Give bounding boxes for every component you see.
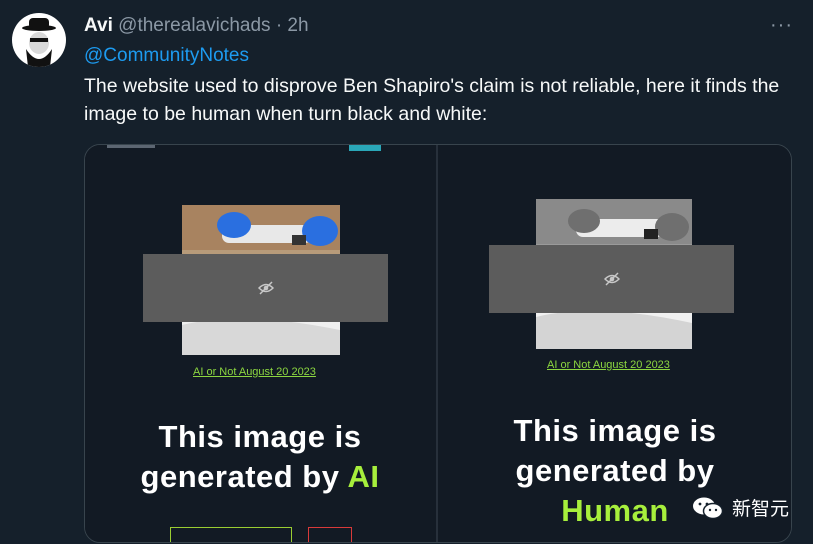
teal-tab — [349, 145, 381, 151]
avatar[interactable] — [12, 13, 66, 67]
tweet-header: Avi @therealavichads · 2h — [84, 15, 309, 37]
mention-link[interactable]: @CommunityNotes — [84, 45, 249, 67]
verdict-line2: generated by AI — [85, 457, 435, 497]
tweet-time[interactable]: 2h — [287, 15, 308, 36]
author-name[interactable]: Avi — [84, 15, 113, 36]
author-handle[interactable]: @therealavichads — [118, 15, 270, 36]
tweet-media[interactable]: AI or Not August 20 2023 This image is g… — [84, 144, 792, 543]
more-options-icon[interactable]: ··· — [770, 14, 793, 37]
caption-link-left[interactable]: AI or Not August 20 2023 — [193, 366, 316, 378]
verdict-line2-text: generated by — [140, 459, 340, 494]
sensitive-content-overlay[interactable] — [489, 245, 734, 313]
verdict-highlight: AI — [347, 459, 380, 494]
wechat-icon — [692, 497, 724, 519]
media-panel-right[interactable]: AI or Not August 20 2023 This image is g… — [439, 145, 791, 542]
caption-link-right[interactable]: AI or Not August 20 2023 — [547, 359, 670, 371]
eye-off-icon — [603, 272, 620, 286]
watermark-label: 新智元 — [731, 499, 789, 520]
panel-divider — [436, 145, 438, 542]
cowboy-avatar-icon — [22, 18, 56, 67]
sensitive-content-overlay[interactable] — [143, 254, 388, 322]
eye-off-icon — [257, 281, 274, 295]
tweet-text: The website used to disprove Ben Shapiro… — [84, 75, 780, 125]
cropped-logo — [107, 145, 155, 148]
media-panel-left[interactable]: AI or Not August 20 2023 This image is g… — [85, 145, 435, 542]
red-outline-button[interactable] — [308, 527, 352, 542]
separator-dot: · — [275, 15, 283, 36]
verdict-line1: This image is — [513, 413, 717, 448]
verdict-left: This image is generated by AI — [85, 417, 435, 497]
verdict-line1: This image is — [158, 419, 362, 454]
verdict-line2: generated by — [515, 453, 715, 488]
watermark: 新智元 — [692, 494, 789, 521]
green-outline-button[interactable] — [170, 527, 292, 542]
